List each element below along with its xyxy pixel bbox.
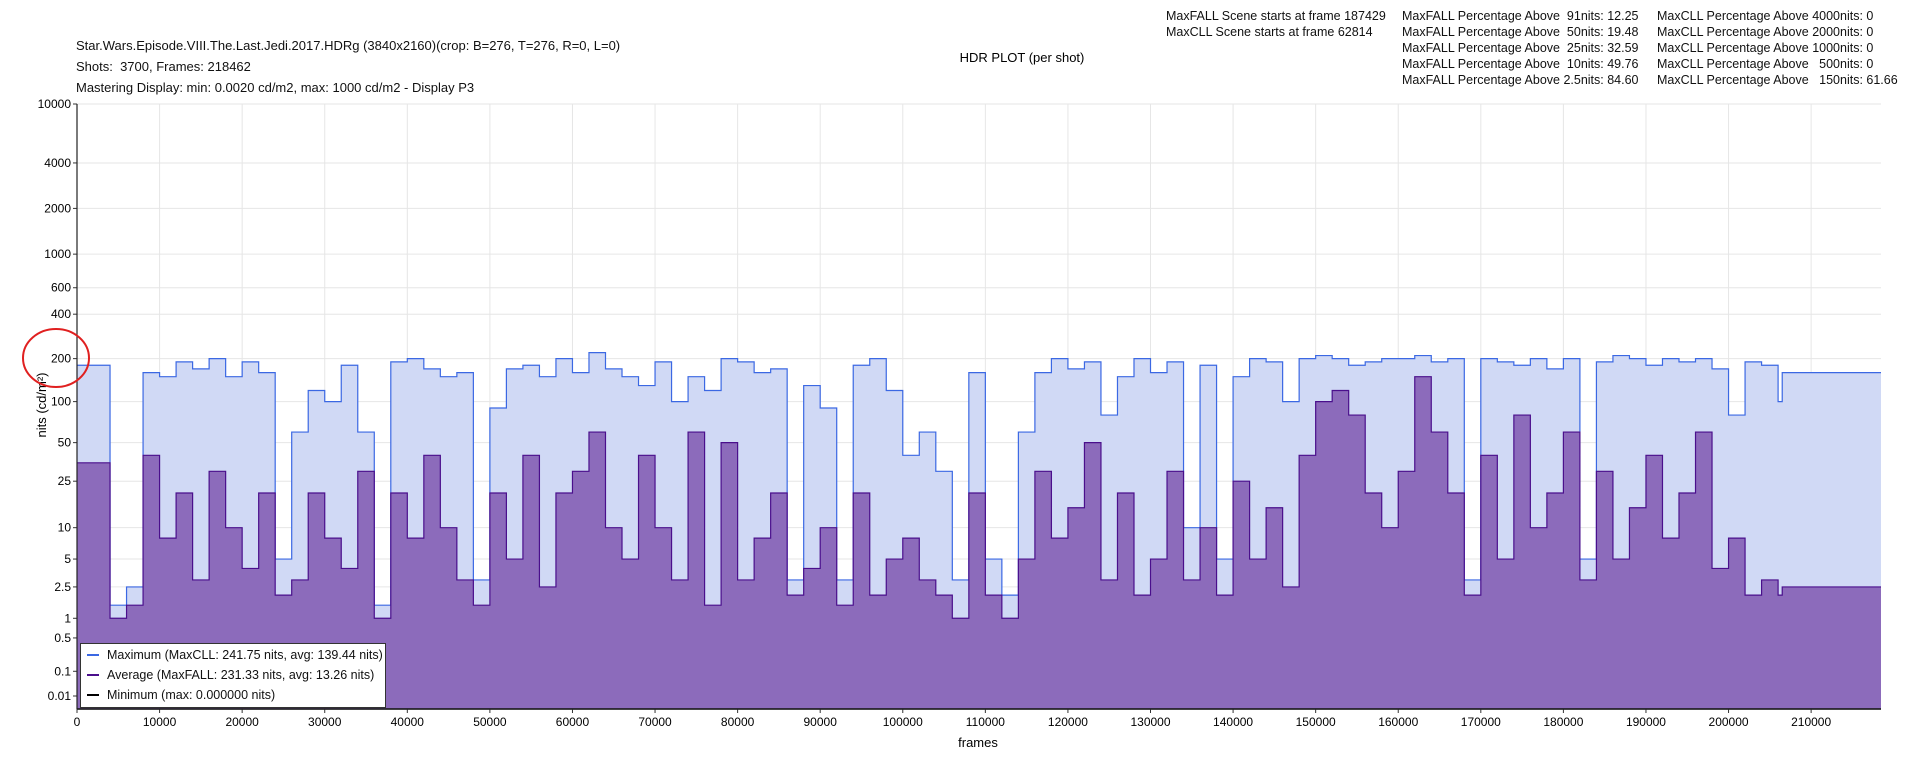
legend-swatch-minimum bbox=[87, 693, 99, 696]
x-tick-label: 140000 bbox=[1213, 715, 1253, 729]
maxcll-pct: MaxCLL Percentage Above 1000nits: 0 bbox=[1657, 41, 1874, 55]
maxcll-pct: MaxCLL Percentage Above 500nits: 0 bbox=[1657, 57, 1874, 71]
x-tick-label: 180000 bbox=[1543, 715, 1583, 729]
y-tick-label: 400 bbox=[51, 307, 71, 321]
maxfall-pct: MaxFALL Percentage Above 50nits: 19.48 bbox=[1402, 25, 1639, 39]
x-tick-label: 60000 bbox=[556, 715, 590, 729]
maxfall-pct: MaxFALL Percentage Above 91nits: 12.25 bbox=[1402, 9, 1639, 23]
x-tick-label: 160000 bbox=[1378, 715, 1418, 729]
y-tick-label: 100 bbox=[51, 395, 71, 409]
x-tick-label: 10000 bbox=[143, 715, 177, 729]
y-tick-label: 2000 bbox=[44, 201, 71, 215]
chart-title: HDR PLOT (per shot) bbox=[960, 50, 1085, 65]
y-tick-label: 10000 bbox=[38, 97, 72, 111]
maxcll-pct: MaxCLL Percentage Above 4000nits: 0 bbox=[1657, 9, 1874, 23]
x-tick-label: 120000 bbox=[1048, 715, 1088, 729]
y-tick-label: 10 bbox=[58, 521, 72, 535]
x-tick-label: 150000 bbox=[1296, 715, 1336, 729]
legend-label: Average (MaxFALL: 231.33 nits, avg: 13.2… bbox=[107, 667, 375, 682]
x-tick-label: 130000 bbox=[1130, 715, 1170, 729]
maxfall-pct: MaxFALL Percentage Above 2.5nits: 84.60 bbox=[1402, 73, 1639, 87]
maxfall-pct: MaxFALL Percentage Above 25nits: 32.59 bbox=[1402, 41, 1639, 55]
y-tick-label: 2.5 bbox=[54, 580, 71, 594]
legend-item-maximum[interactable]: Maximum (MaxCLL: 241.75 nits, avg: 139.4… bbox=[87, 645, 385, 664]
x-tick-label: 100000 bbox=[883, 715, 923, 729]
y-tick-label: 0.5 bbox=[54, 631, 71, 645]
maxcll-scene: MaxCLL Scene starts at frame 62814 bbox=[1166, 25, 1373, 39]
maxcll-pct: MaxCLL Percentage Above 2000nits: 0 bbox=[1657, 25, 1874, 39]
legend-label: Maximum (MaxCLL: 241.75 nits, avg: 139.4… bbox=[107, 647, 383, 662]
legend-item-average[interactable]: Average (MaxFALL: 231.33 nits, avg: 13.2… bbox=[87, 665, 385, 684]
x-tick-label: 200000 bbox=[1709, 715, 1749, 729]
x-tick-label: 20000 bbox=[225, 715, 259, 729]
y-tick-label: 50 bbox=[58, 436, 72, 450]
x-tick-label: 0 bbox=[74, 715, 81, 729]
legend-swatch-maximum bbox=[87, 653, 99, 656]
x-tick-label: 30000 bbox=[308, 715, 342, 729]
x-tick-label: 190000 bbox=[1626, 715, 1666, 729]
x-tick-label: 80000 bbox=[721, 715, 755, 729]
legend-item-minimum[interactable]: Minimum (max: 0.000000 nits) bbox=[87, 685, 385, 704]
y-tick-label: 25 bbox=[58, 474, 72, 488]
y-tick-label: 5 bbox=[64, 552, 71, 566]
y-tick-label: 200 bbox=[51, 352, 71, 366]
legend-label: Minimum (max: 0.000000 nits) bbox=[107, 687, 276, 702]
x-tick-label: 210000 bbox=[1791, 715, 1831, 729]
maxfall-scene: MaxFALL Scene starts at frame 187429 bbox=[1166, 9, 1386, 23]
y-tick-label: 600 bbox=[51, 281, 71, 295]
x-tick-label: 40000 bbox=[391, 715, 425, 729]
shots-info: Shots: 3700, Frames: 218462 bbox=[76, 59, 251, 74]
y-tick-label: 1 bbox=[64, 611, 71, 625]
x-tick-label: 110000 bbox=[966, 715, 1005, 729]
x-axis-label: frames bbox=[958, 735, 998, 750]
x-tick-label: 170000 bbox=[1461, 715, 1501, 729]
x-tick-label: 90000 bbox=[804, 715, 838, 729]
x-tick-label: 50000 bbox=[473, 715, 507, 729]
y-tick-label: 0.01 bbox=[48, 689, 72, 703]
legend-swatch-average bbox=[87, 673, 99, 676]
y-tick-label: 1000 bbox=[44, 247, 71, 261]
y-tick-label: 0.1 bbox=[54, 664, 71, 678]
x-tick-label: 70000 bbox=[638, 715, 672, 729]
maxcll-pct: MaxCLL Percentage Above 150nits: 61.66 bbox=[1657, 73, 1898, 87]
file-info: Star.Wars.Episode.VIII.The.Last.Jedi.201… bbox=[76, 38, 621, 53]
maxfall-pct: MaxFALL Percentage Above 10nits: 49.76 bbox=[1402, 57, 1639, 71]
legend: Maximum (MaxCLL: 241.75 nits, avg: 139.4… bbox=[80, 643, 386, 708]
y-tick-label: 4000 bbox=[44, 156, 71, 170]
mastering-info: Mastering Display: min: 0.0020 cd/m2, ma… bbox=[76, 80, 475, 95]
